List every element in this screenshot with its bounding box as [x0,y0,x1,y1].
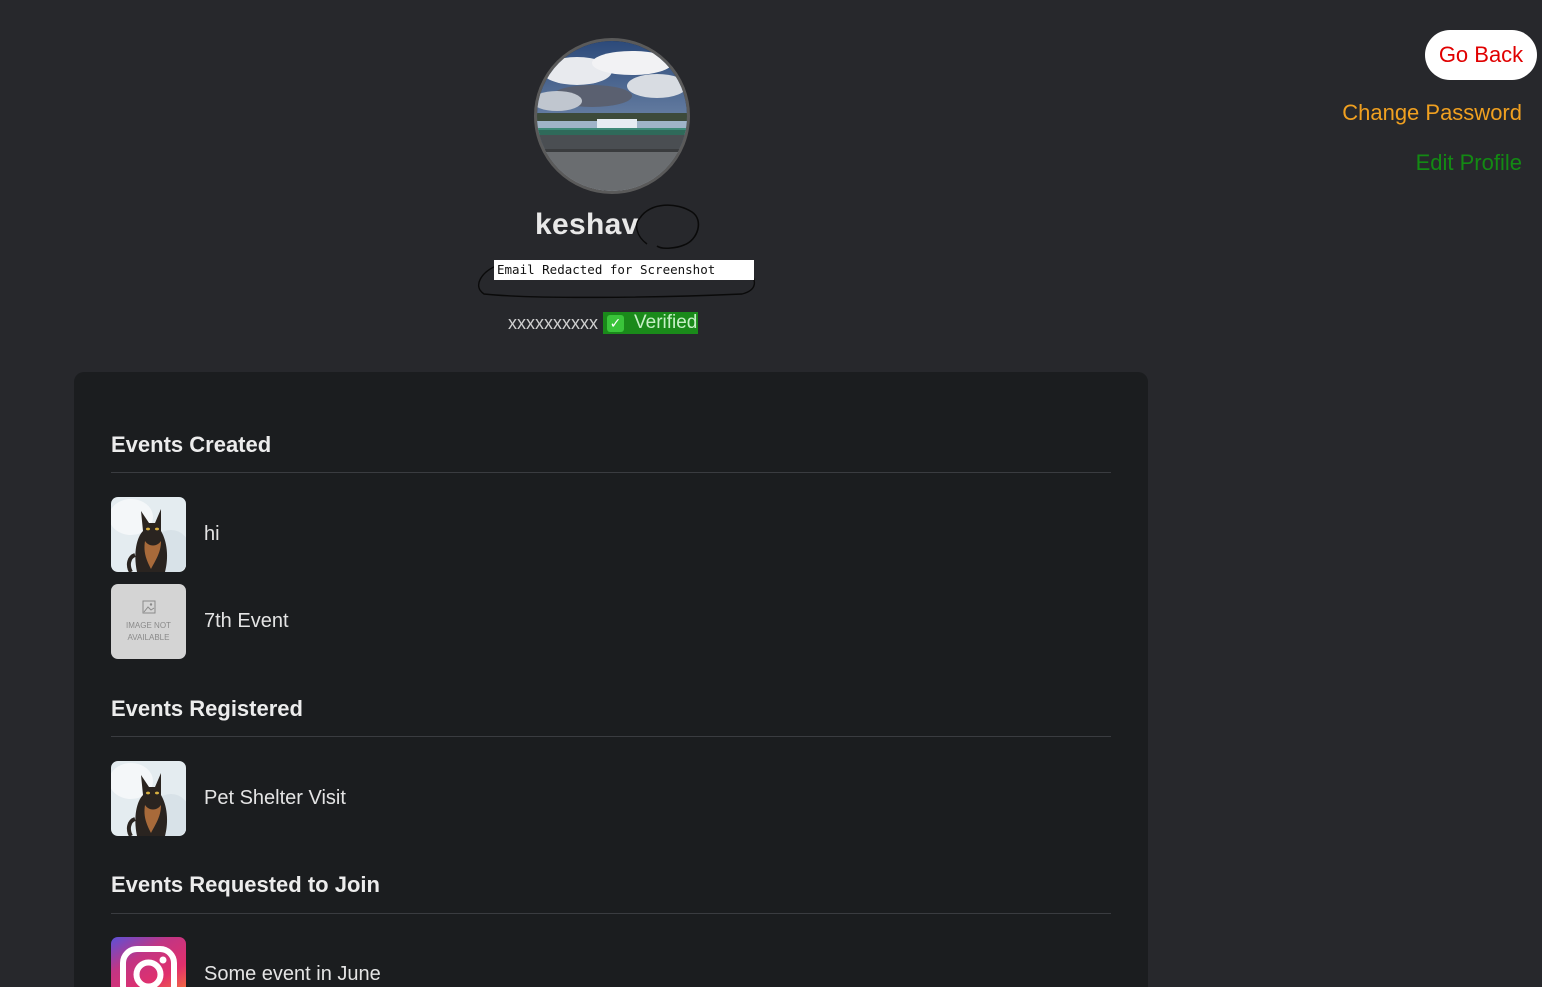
divider [111,736,1111,737]
event-name: Pet Shelter Visit [204,787,346,809]
events-requested-title: Events Requested to Join [111,872,380,897]
image-not-available-placeholder: IMAGE NOT AVAILABLE [111,584,186,659]
events-created-title: Events Created [111,432,272,457]
instagram-logo-icon [111,937,186,987]
events-panel: Events Created hi IMAGE NOT AVAILABLE 7t… [74,372,1148,987]
placeholder-text: IMAGE NOT AVAILABLE [126,620,171,642]
change-password-link[interactable]: Change Password [1342,100,1522,126]
events-registered-title: Events Registered [111,696,303,721]
go-back-button[interactable]: Go Back [1425,30,1537,80]
profile-avatar [534,38,690,194]
event-name: 7th Event [204,610,289,632]
event-item[interactable]: hi [111,497,220,572]
divider [111,472,1111,473]
event-item[interactable]: Pet Shelter Visit [111,761,346,836]
event-item[interactable]: IMAGE NOT AVAILABLE 7th Event [111,584,289,659]
edit-profile-link[interactable]: Edit Profile [1416,150,1522,176]
event-name: hi [204,523,220,545]
check-icon: ✓ [607,314,624,332]
cat-thumbnail [111,497,186,572]
event-name: Some event in June [204,963,381,985]
cat-thumbnail [111,761,186,836]
verified-badge: ✓ Verified [603,312,699,334]
verified-label: Verified [634,312,698,333]
username: keshav [535,208,639,241]
divider [111,913,1111,914]
image-icon [142,600,155,613]
contact-row: xxxxxxxxxx ✓ Verified [508,312,699,334]
email-field: Email Redacted for Screenshot [494,260,754,280]
phone-number: xxxxxxxxxx [508,312,598,333]
event-item[interactable]: Some event in June [111,937,381,987]
